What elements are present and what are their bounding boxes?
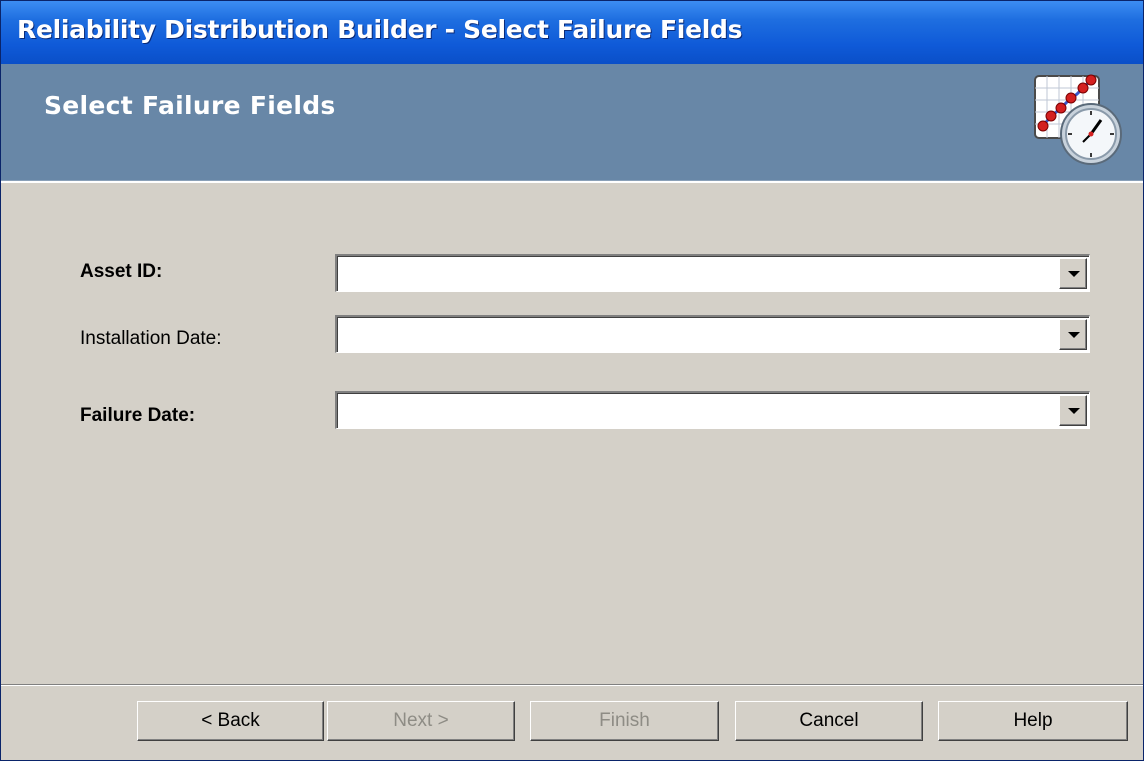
failure-date-dropdown-button[interactable] [1059,395,1087,426]
wizard-content: Asset ID: Installation Date: Failure Dat… [1,183,1143,683]
cancel-button[interactable]: Cancel [735,701,923,741]
asset-id-dropdown-button[interactable] [1059,258,1087,289]
asset-id-label: Asset ID: [80,261,163,282]
finish-button[interactable]: Finish [530,701,719,741]
failure-date-label: Failure Date: [80,405,196,426]
help-button[interactable]: Help [938,701,1128,741]
installation-date-combobox[interactable] [335,315,1090,353]
distribution-chart-clock-icon [1034,74,1122,165]
next-button[interactable]: Next > [327,701,515,741]
wizard-header: Select Failure Fields [1,64,1143,180]
failure-date-combobox[interactable] [335,391,1090,429]
chevron-down-icon [1068,332,1080,338]
chevron-down-icon [1068,271,1080,277]
chevron-down-icon [1068,408,1080,414]
back-button[interactable]: < Back [137,701,324,741]
title-bar[interactable]: Reliability Distribution Builder - Selec… [1,1,1143,64]
page-title: Select Failure Fields [44,91,336,120]
installation-date-dropdown-button[interactable] [1059,319,1087,350]
asset-id-combobox[interactable] [335,254,1090,292]
wizard-dialog: Reliability Distribution Builder - Selec… [0,0,1144,761]
window-title: Reliability Distribution Builder - Selec… [17,15,743,44]
installation-date-label: Installation Date: [80,328,222,349]
wizard-button-bar: < Back Next > Finish Cancel Help [1,686,1143,760]
